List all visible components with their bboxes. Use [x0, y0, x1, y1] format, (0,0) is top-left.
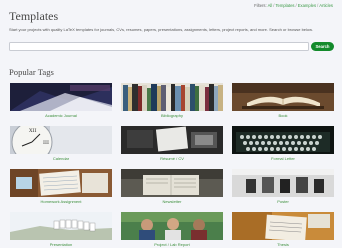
- search-bar: Search: [9, 42, 334, 51]
- filter-examples-link[interactable]: Examples: [298, 3, 316, 8]
- tag-card-bibliography[interactable]: Bibliography: [121, 83, 223, 120]
- page-intro: Start your projects with quality LaTeX t…: [9, 27, 313, 32]
- tag-label: Résumé / CV: [160, 156, 184, 161]
- tag-label: Formal Letter: [271, 156, 295, 161]
- filter-articles-link[interactable]: Articles: [319, 3, 333, 8]
- journal-image: [10, 83, 112, 111]
- popular-tags-heading: Popular Tags: [9, 67, 54, 77]
- tag-card-presentation[interactable]: Presentation: [10, 212, 112, 248]
- tag-label: Homework Assignment: [40, 199, 82, 204]
- tag-label: Book: [278, 113, 288, 118]
- poster-image: [232, 169, 334, 197]
- tag-label: Poster: [277, 199, 289, 204]
- popular-tags-grid: Academic Journal Bibliography Book III X…: [10, 83, 334, 248]
- filters-bar: Filters: All/Templates/Examples/Articles: [254, 3, 333, 8]
- tag-label: Project / Lab Report: [154, 242, 190, 247]
- filter-templates-link[interactable]: Templates: [275, 3, 294, 8]
- search-input[interactable]: [9, 42, 309, 51]
- svg-text:III: III: [43, 140, 49, 146]
- tag-card-resume-cv[interactable]: Résumé / CV: [121, 126, 223, 163]
- tag-label: Academic Journal: [45, 113, 77, 118]
- students-image: [121, 212, 223, 240]
- clock-image: III XII: [10, 126, 112, 154]
- tag-card-book[interactable]: Book: [232, 83, 334, 120]
- tag-card-academic-journal[interactable]: Academic Journal: [10, 83, 112, 120]
- tag-card-homework-assignment[interactable]: Homework Assignment: [10, 169, 112, 206]
- tag-label: Calendar: [52, 156, 70, 161]
- tag-label: Newsletter: [162, 199, 182, 204]
- tag-label: Thesis: [277, 242, 289, 247]
- desk-image: [121, 126, 223, 154]
- tag-label: Bibliography: [160, 113, 183, 118]
- tag-card-calendar[interactable]: III XII Calendar: [10, 126, 112, 163]
- tag-card-newsletter[interactable]: Newsletter: [121, 169, 223, 206]
- notebook-image: [10, 169, 112, 197]
- bookshelf-image: [121, 83, 223, 111]
- filters-prefix: Filters:: [254, 3, 267, 8]
- filter-separator: /: [295, 3, 297, 8]
- tag-card-formal-letter[interactable]: Formal Letter: [232, 126, 334, 163]
- tag-card-poster[interactable]: Poster: [232, 169, 334, 206]
- hollywood-image: [10, 212, 112, 240]
- tag-card-project-lab-report[interactable]: Project / Lab Report: [121, 212, 223, 248]
- page-title: Templates: [9, 9, 59, 23]
- search-button[interactable]: Search: [311, 42, 334, 51]
- writing-image: [232, 212, 334, 240]
- reader-image: [121, 169, 223, 197]
- tag-card-thesis[interactable]: Thesis: [232, 212, 334, 248]
- svg-text:XII: XII: [29, 128, 37, 134]
- filter-all-link[interactable]: All: [268, 3, 273, 8]
- typewriter-image: [232, 126, 334, 154]
- open-book-image: [232, 83, 334, 111]
- tag-label: Presentation: [49, 242, 73, 247]
